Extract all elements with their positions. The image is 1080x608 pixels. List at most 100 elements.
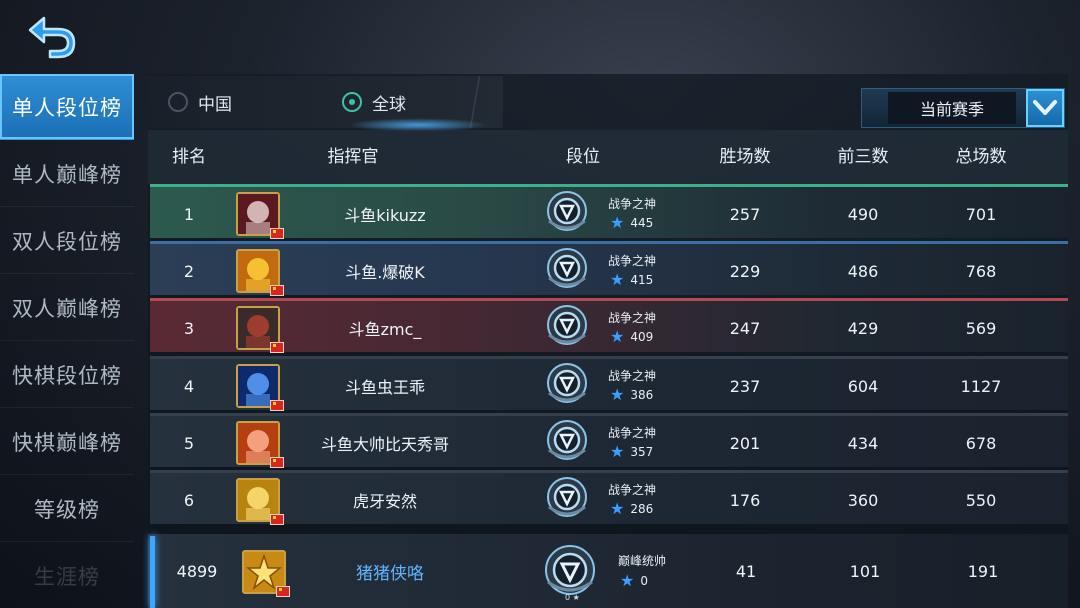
tier-name: 战争之神 [608, 197, 657, 211]
avatar [236, 478, 284, 525]
total-cell: 1127 [960, 376, 1002, 396]
top3-cell: 604 [847, 376, 879, 396]
my-avatar [242, 550, 290, 597]
star-icon: ★ [610, 385, 625, 404]
sidebar-item-solo-rank[interactable]: 单人段位榜 [0, 74, 134, 140]
table-header: 排名 指挥官 段位 胜场数 前三数 总场数 [148, 130, 1068, 184]
tab-china[interactable]: 中国 [168, 76, 232, 128]
rank-cell: 2 [183, 261, 195, 281]
war-god-badge-icon [544, 361, 590, 411]
peak-commander-badge-icon: 0 ★ [542, 542, 598, 604]
china-flag-icon [276, 586, 290, 597]
star-count: ★ 286 [610, 499, 654, 518]
sidebar-item-solo-peak[interactable]: 单人巅峰榜 [0, 141, 134, 207]
war-god-badge-icon [544, 303, 590, 353]
header-top3: 前三数 [837, 147, 889, 167]
commander-name: 虎牙安然 [352, 492, 417, 511]
china-flag-icon [270, 285, 284, 296]
season-select[interactable]: 当前赛季 [888, 92, 1016, 124]
tier-name: 战争之神 [608, 483, 657, 497]
commander-name: 斗鱼虫王乖 [344, 378, 425, 397]
total-cell: 701 [965, 204, 997, 224]
my-tier: 巅峰统帅 [618, 554, 667, 568]
table-row[interactable]: 4 斗鱼虫王乖 战争之神 ★ 386 237 604 1127 [150, 356, 1068, 411]
rank-cell: 3 [183, 318, 195, 338]
sidebar-item-fast-peak[interactable]: 快棋巅峰榜 [0, 409, 134, 475]
war-god-badge-icon [544, 418, 590, 468]
table-row[interactable]: 1 斗鱼kikuzz 战争之神 ★ 445 257 490 701 [150, 184, 1068, 239]
wins-cell: 257 [729, 204, 761, 224]
radio-selected-icon [342, 92, 362, 112]
china-flag-icon [270, 342, 284, 353]
total-cell: 569 [965, 318, 997, 338]
svg-text:0 ★: 0 ★ [565, 593, 580, 602]
rank-cell: 4 [183, 376, 195, 396]
star-count: ★ 445 [610, 213, 654, 232]
star-icon: ★ [610, 213, 625, 232]
star-count: ★ 409 [610, 327, 654, 346]
my-wins: 41 [735, 561, 757, 581]
my-rank: 4899 [176, 561, 218, 581]
star-icon: ★ [610, 499, 625, 518]
commander-name: 斗鱼.爆破K [345, 263, 425, 282]
star-icon: ★ [610, 442, 625, 461]
table-row[interactable]: 6 虎牙安然 战争之神 ★ 286 176 360 550 [150, 470, 1068, 525]
wins-cell: 201 [729, 433, 761, 453]
star-count: ★ 415 [610, 270, 654, 289]
my-total: 191 [967, 561, 999, 581]
tier-name: 战争之神 [608, 369, 657, 383]
top3-cell: 360 [847, 490, 879, 510]
header-wins: 胜场数 [719, 147, 771, 167]
header-tier: 段位 [566, 147, 600, 167]
total-cell: 678 [965, 433, 997, 453]
wins-cell: 237 [729, 376, 761, 396]
back-arrow-icon [28, 16, 76, 59]
my-stars: ★ 0 [620, 571, 648, 590]
back-button[interactable] [24, 10, 80, 60]
commander-name: 斗鱼zmc_ [348, 320, 422, 339]
header-rank: 排名 [172, 147, 206, 167]
avatar [236, 306, 284, 353]
sidebar-item-fast-rank[interactable]: 快棋段位榜 [0, 342, 134, 408]
sidebar-item-duo-rank[interactable]: 双人段位榜 [0, 208, 134, 274]
war-god-badge-icon [544, 189, 590, 239]
table-row[interactable]: 3 斗鱼zmc_ 战争之神 ★ 409 247 429 569 [150, 298, 1068, 353]
rank-cell: 1 [183, 204, 195, 224]
wins-cell: 247 [729, 318, 761, 338]
commander-name: 斗鱼大帅比天秀哥 [320, 435, 449, 454]
wins-cell: 176 [729, 490, 761, 510]
top3-cell: 434 [847, 433, 879, 453]
header-total: 总场数 [955, 147, 1007, 167]
my-name: 猪猪侠咯 [356, 563, 424, 584]
table-row[interactable]: 5 斗鱼大帅比天秀哥 战争之神 ★ 357 201 434 678 [150, 413, 1068, 468]
tier-name: 战争之神 [608, 426, 657, 440]
avatar [236, 421, 284, 468]
star-icon: ★ [620, 571, 635, 590]
leaderboard-sidebar: 单人段位榜 单人巅峰榜 双人段位榜 双人巅峰榜 快棋段位榜 快棋巅峰榜 等级榜 … [0, 74, 134, 608]
sidebar-item-career[interactable]: 生涯榜 [0, 543, 134, 608]
season-dropdown-button[interactable] [1026, 89, 1064, 127]
tier-name: 战争之神 [608, 254, 657, 268]
star-count: ★ 357 [610, 442, 654, 461]
radio-icon [168, 92, 188, 112]
china-flag-icon [270, 514, 284, 525]
top3-cell: 486 [847, 261, 879, 281]
header-commander: 指挥官 [327, 147, 379, 167]
avatar [236, 192, 284, 239]
star-count: ★ 386 [610, 385, 654, 404]
sidebar-item-level[interactable]: 等级榜 [0, 476, 134, 542]
avatar [236, 364, 284, 411]
table-row[interactable]: 2 斗鱼.爆破K 战争之神 ★ 415 229 486 768 [150, 241, 1068, 296]
wins-cell: 229 [729, 261, 761, 281]
chevron-down-icon [1033, 100, 1057, 115]
china-flag-icon [270, 400, 284, 411]
top3-cell: 429 [847, 318, 879, 338]
avatar [236, 249, 284, 296]
sidebar-item-duo-peak[interactable]: 双人巅峰榜 [0, 275, 134, 341]
my-rank-row[interactable]: 4899 猪猪侠咯 0 ★ 巅峰统帅 ★ 0 41 101 191 [148, 534, 1068, 608]
total-cell: 550 [965, 490, 997, 510]
my-row-highlight-bar [150, 536, 155, 608]
commander-name: 斗鱼kikuzz [344, 206, 426, 225]
my-top3: 101 [849, 561, 881, 581]
war-god-badge-icon [544, 246, 590, 296]
